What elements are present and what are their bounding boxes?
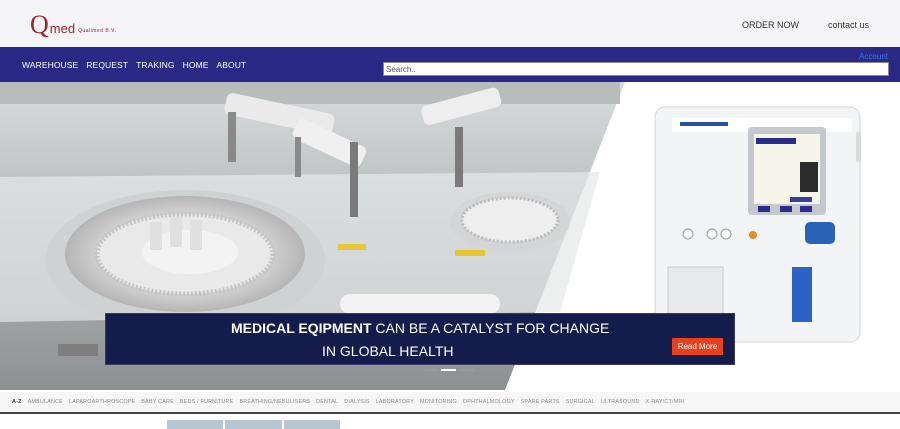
category-item[interactable]: BEDS / FURNITURE <box>180 399 234 405</box>
category-item[interactable]: BREATHING/NEBULISERS <box>239 399 310 405</box>
logo-med: med <box>49 21 76 36</box>
top-links: ORDER NOW contact us <box>742 20 869 30</box>
order-now-link[interactable]: ORDER NOW <box>742 20 799 30</box>
caption-line-1: MEDICAL EQIPMENT CAN BE A CATALYST FOR C… <box>231 320 609 336</box>
category-item[interactable]: DENTAL <box>316 399 338 405</box>
product-thumbnail[interactable] <box>225 420 284 429</box>
product-thumbnail[interactable] <box>283 420 342 429</box>
category-item[interactable]: BABY CARE <box>141 399 174 405</box>
nav-item-warehouse[interactable]: WAREHOUSE <box>22 60 78 70</box>
category-item[interactable]: MONITORING <box>420 399 457 405</box>
logo-letter: Q <box>30 10 49 39</box>
nav-item-home[interactable]: HOME <box>183 60 209 70</box>
brand-logo[interactable]: Q med Qualimed B.V. <box>30 8 116 38</box>
carousel-dot[interactable] <box>423 369 438 371</box>
nav-item-traking[interactable]: TRAKING <box>136 60 174 70</box>
top-header: Q med Qualimed B.V. ORDER NOW contact us <box>0 0 900 47</box>
category-item[interactable]: OPHTHALMOLOGY <box>463 399 515 405</box>
category-item[interactable]: DIALYSIS <box>344 399 369 405</box>
account-link[interactable]: Account <box>859 52 888 61</box>
carousel-prev-icon[interactable]: ‹ <box>63 229 68 245</box>
category-item[interactable]: SURGICAL <box>566 399 595 405</box>
read-more-button[interactable]: Read More <box>672 338 723 355</box>
carousel-dot[interactable] <box>459 369 474 371</box>
contact-us-link[interactable]: contact us <box>828 20 869 30</box>
product-thumbnail[interactable] <box>167 420 226 429</box>
category-item[interactable]: X-RAY/CT/MRI <box>646 399 685 405</box>
hero-caption: MEDICAL EQIPMENT CAN BE A CATALYST FOR C… <box>105 313 735 365</box>
category-item[interactable]: LAPAROARTHROSCOPE <box>69 399 135 405</box>
carousel-dot-active[interactable] <box>441 369 456 371</box>
category-item[interactable]: ULTRASOUND <box>601 399 640 405</box>
nav-item-about[interactable]: ABOUT <box>217 60 247 70</box>
carousel-indicators <box>423 369 474 371</box>
category-a-z[interactable]: A-Z <box>12 399 22 405</box>
caption-strong: MEDICAL EQIPMENT <box>231 320 372 336</box>
product-thumbnails <box>167 420 342 429</box>
caption-rest: CAN BE A CATALYST FOR CHANGE <box>371 320 610 336</box>
category-item[interactable]: AMBULANCE <box>28 399 63 405</box>
caption-line-2: IN GLOBAL HEALTH <box>322 343 454 359</box>
nav-item-request[interactable]: REQUEST <box>86 60 128 70</box>
logo-subtitle: Qualimed B.V. <box>78 28 117 34</box>
category-item[interactable]: LABORATORY <box>376 399 414 405</box>
category-bar: A-Z AMBULANCE LAPAROARTHROSCOPE BABY CAR… <box>0 392 900 414</box>
category-item[interactable]: SPARE PARTS <box>521 399 560 405</box>
search-input[interactable] <box>383 62 889 76</box>
